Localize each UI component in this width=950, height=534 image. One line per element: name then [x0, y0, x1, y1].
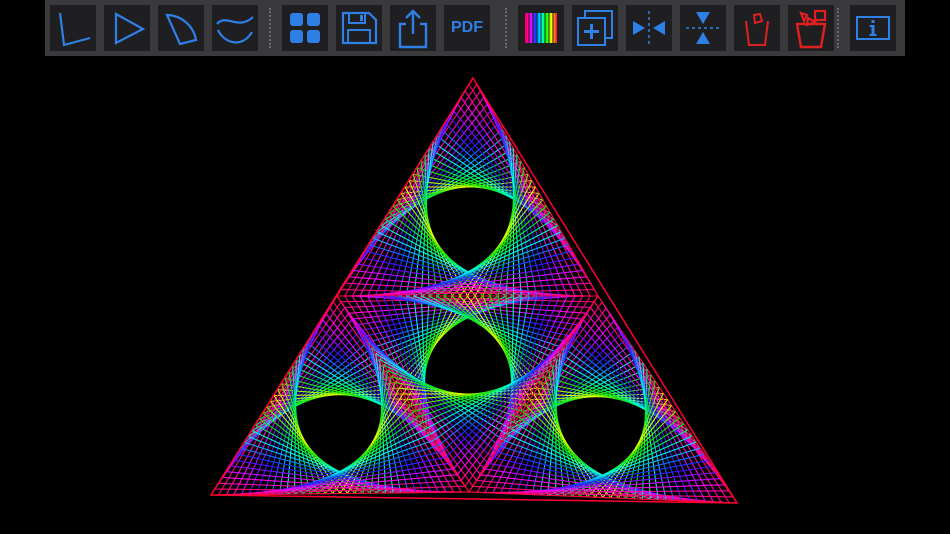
toolbar-separator: [505, 8, 507, 48]
add-layer-button[interactable]: [572, 5, 618, 51]
triangle-tool-button[interactable]: [104, 5, 150, 51]
mirror-vertical-icon: [686, 12, 720, 44]
save-button[interactable]: [336, 5, 382, 51]
angle-tool-icon: [58, 12, 91, 47]
save-disk-icon: [341, 11, 378, 45]
angle-tool-button[interactable]: [50, 5, 96, 51]
delete-all-button[interactable]: [788, 5, 834, 51]
curve-tool-icon: [216, 16, 254, 44]
toolbar: PDF: [45, 0, 905, 56]
info-icon: [856, 16, 890, 40]
toolbar-separator: [269, 8, 271, 48]
string-art-canvas[interactable]: [0, 56, 950, 534]
mirror-vertical-button[interactable]: [680, 5, 726, 51]
string-art-figure: [209, 76, 739, 504]
string-line: [586, 312, 726, 486]
curve-tool-button[interactable]: [212, 5, 258, 51]
triangle-tool-icon: [114, 12, 146, 45]
mirror-horizontal-button[interactable]: [626, 5, 672, 51]
color-spectrum-icon: [525, 13, 557, 43]
gallery-grid-icon: [290, 13, 320, 43]
pdf-export-icon: PDF: [451, 19, 483, 36]
delete-all-icon: [795, 9, 827, 49]
sector-tool-button[interactable]: [158, 5, 204, 51]
pdf-export-button[interactable]: PDF: [444, 5, 490, 51]
share-icon: [398, 9, 428, 49]
mirror-horizontal-icon: [633, 11, 665, 45]
color-spectrum-button[interactable]: [518, 5, 564, 51]
gallery-button[interactable]: [282, 5, 328, 51]
share-button[interactable]: [390, 5, 436, 51]
sector-tool-icon: [165, 13, 198, 46]
toolbar-separator: [837, 8, 839, 48]
add-layer-icon: [577, 10, 613, 46]
info-button[interactable]: [850, 5, 896, 51]
delete-shape-icon: [745, 12, 769, 46]
delete-shape-button[interactable]: [734, 5, 780, 51]
